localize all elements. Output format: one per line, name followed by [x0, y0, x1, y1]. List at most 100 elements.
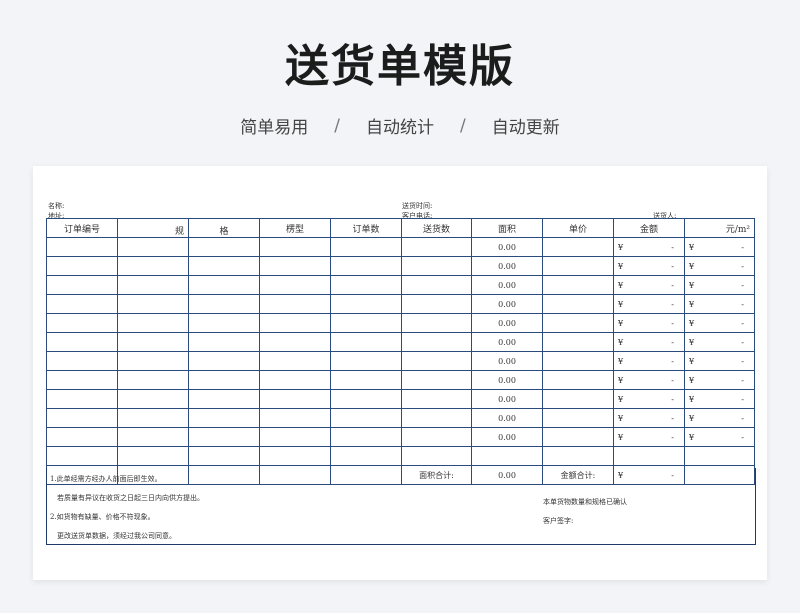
- unit-price-cell[interactable]: [542, 408, 614, 428]
- area-cell[interactable]: 0.00: [471, 408, 543, 428]
- price-per-sqm-cell[interactable]: ¥ -: [684, 351, 755, 371]
- cell[interactable]: [117, 408, 189, 428]
- cell[interactable]: [188, 427, 260, 447]
- cell[interactable]: [330, 408, 402, 428]
- cell[interactable]: [259, 256, 331, 276]
- cell[interactable]: [330, 294, 402, 314]
- cell[interactable]: [259, 275, 331, 295]
- cell[interactable]: [188, 294, 260, 314]
- cell[interactable]: [117, 275, 189, 295]
- cell[interactable]: [401, 408, 472, 428]
- unit-price-cell[interactable]: [542, 389, 614, 409]
- cell[interactable]: [330, 332, 402, 352]
- amount-cell[interactable]: ¥ -: [613, 294, 685, 314]
- cell[interactable]: [259, 294, 331, 314]
- amount-cell[interactable]: ¥ -: [613, 370, 685, 390]
- cell[interactable]: [259, 446, 331, 466]
- cell[interactable]: [330, 389, 402, 409]
- area-cell[interactable]: 0.00: [471, 351, 543, 371]
- cell[interactable]: [117, 389, 189, 409]
- cell[interactable]: [117, 294, 189, 314]
- area-cell[interactable]: 0.00: [471, 370, 543, 390]
- cell[interactable]: [259, 332, 331, 352]
- unit-price-cell[interactable]: [542, 275, 614, 295]
- cell[interactable]: [401, 389, 472, 409]
- cell[interactable]: [46, 237, 118, 257]
- unit-price-cell[interactable]: [542, 446, 614, 466]
- cell[interactable]: [188, 351, 260, 371]
- unit-price-cell[interactable]: [542, 427, 614, 447]
- cell[interactable]: [401, 256, 472, 276]
- price-per-sqm-cell[interactable]: ¥ -: [684, 370, 755, 390]
- unit-price-cell[interactable]: [542, 237, 614, 257]
- cell[interactable]: [401, 351, 472, 371]
- cell[interactable]: [117, 256, 189, 276]
- amount-cell[interactable]: ¥ -: [613, 427, 685, 447]
- price-per-sqm-cell[interactable]: ¥ -: [684, 313, 755, 333]
- cell[interactable]: [46, 446, 118, 466]
- amount-cell[interactable]: ¥ -: [613, 313, 685, 333]
- cell[interactable]: [259, 389, 331, 409]
- unit-price-cell[interactable]: [542, 332, 614, 352]
- cell[interactable]: [46, 332, 118, 352]
- cell[interactable]: [188, 389, 260, 409]
- cell[interactable]: [46, 351, 118, 371]
- cell[interactable]: [117, 237, 189, 257]
- cell[interactable]: [188, 275, 260, 295]
- amount-cell[interactable]: ¥ -: [613, 351, 685, 371]
- cell[interactable]: [117, 427, 189, 447]
- cell[interactable]: [330, 237, 402, 257]
- cell[interactable]: [330, 313, 402, 333]
- cell[interactable]: [330, 275, 402, 295]
- price-per-sqm-cell[interactable]: ¥ -: [684, 427, 755, 447]
- area-cell[interactable]: 0.00: [471, 237, 543, 257]
- cell[interactable]: [46, 370, 118, 390]
- cell[interactable]: [117, 313, 189, 333]
- price-per-sqm-cell[interactable]: ¥ -: [684, 256, 755, 276]
- price-per-sqm-cell[interactable]: [684, 446, 755, 466]
- cell[interactable]: [117, 370, 189, 390]
- price-per-sqm-cell[interactable]: ¥ -: [684, 275, 755, 295]
- cell[interactable]: [401, 275, 472, 295]
- amount-cell[interactable]: ¥ -: [613, 408, 685, 428]
- area-cell[interactable]: [471, 446, 543, 466]
- price-per-sqm-cell[interactable]: ¥ -: [684, 389, 755, 409]
- cell[interactable]: [401, 370, 472, 390]
- amount-cell[interactable]: [613, 446, 685, 466]
- cell[interactable]: [46, 275, 118, 295]
- unit-price-cell[interactable]: [542, 370, 614, 390]
- cell[interactable]: [46, 256, 118, 276]
- price-per-sqm-cell[interactable]: ¥ -: [684, 332, 755, 352]
- price-per-sqm-cell[interactable]: ¥ -: [684, 237, 755, 257]
- area-cell[interactable]: 0.00: [471, 294, 543, 314]
- area-cell[interactable]: 0.00: [471, 256, 543, 276]
- cell[interactable]: [188, 446, 260, 466]
- cell[interactable]: [259, 370, 331, 390]
- cell[interactable]: [330, 351, 402, 371]
- cell[interactable]: [117, 446, 189, 466]
- cell[interactable]: [259, 313, 331, 333]
- cell[interactable]: [46, 408, 118, 428]
- cell[interactable]: [188, 313, 260, 333]
- price-per-sqm-cell[interactable]: ¥ -: [684, 408, 755, 428]
- cell[interactable]: [401, 446, 472, 466]
- area-cell[interactable]: 0.00: [471, 389, 543, 409]
- price-per-sqm-cell[interactable]: ¥ -: [684, 294, 755, 314]
- cell[interactable]: [259, 427, 331, 447]
- unit-price-cell[interactable]: [542, 256, 614, 276]
- cell[interactable]: [330, 446, 402, 466]
- cell[interactable]: [401, 427, 472, 447]
- unit-price-cell[interactable]: [542, 351, 614, 371]
- area-cell[interactable]: 0.00: [471, 427, 543, 447]
- cell[interactable]: [401, 294, 472, 314]
- amount-cell[interactable]: ¥ -: [613, 237, 685, 257]
- cell[interactable]: [46, 313, 118, 333]
- cell[interactable]: [330, 256, 402, 276]
- cell[interactable]: [117, 351, 189, 371]
- cell[interactable]: [46, 389, 118, 409]
- cell[interactable]: [259, 408, 331, 428]
- amount-cell[interactable]: ¥ -: [613, 275, 685, 295]
- amount-cell[interactable]: ¥ -: [613, 332, 685, 352]
- unit-price-cell[interactable]: [542, 313, 614, 333]
- area-cell[interactable]: 0.00: [471, 275, 543, 295]
